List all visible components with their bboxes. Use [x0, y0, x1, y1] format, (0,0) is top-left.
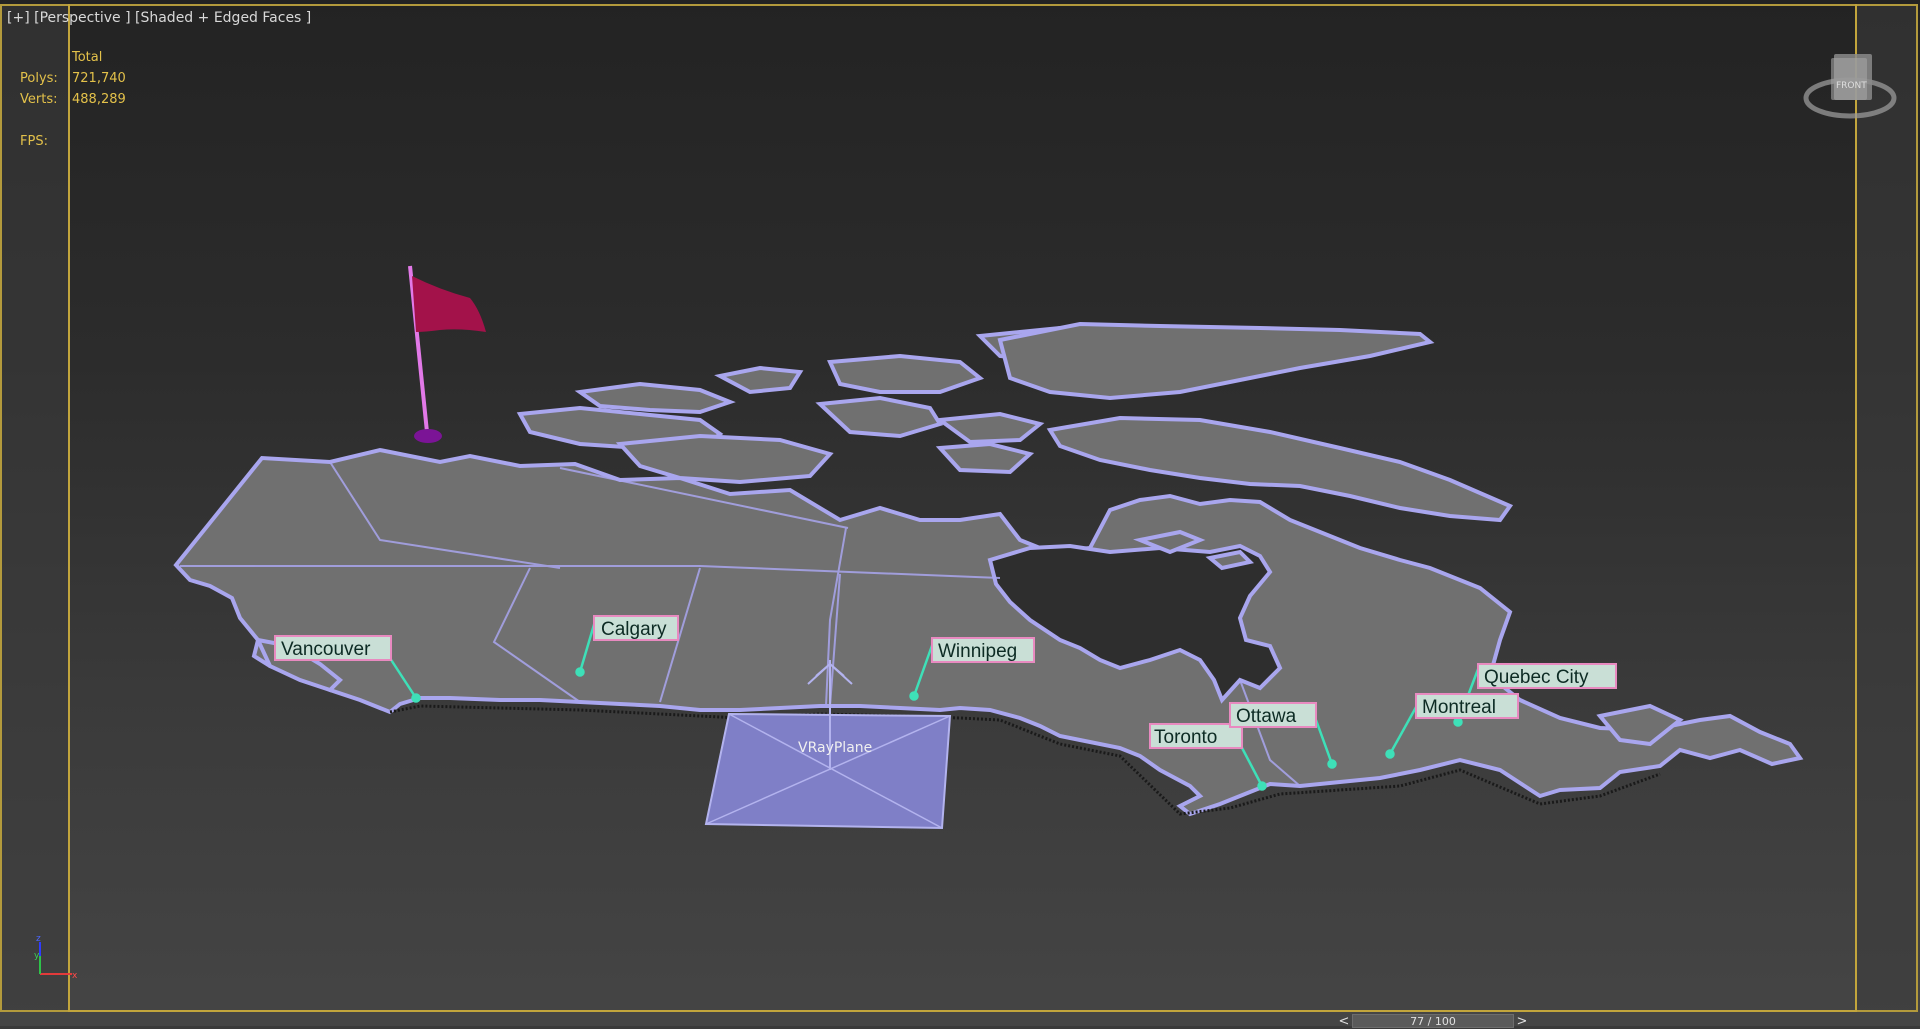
city-name: Quebec City: [1484, 667, 1589, 688]
arctic-island-baffin: [1046, 415, 1514, 523]
city-label-ottawa[interactable]: Ottawa: [1229, 702, 1317, 728]
city-name: Calgary: [601, 619, 667, 640]
polys-value: 721,740: [72, 71, 126, 86]
verts-label: Verts:: [20, 92, 58, 107]
arctic-island-6: [815, 395, 944, 439]
city-label-winnipeg[interactable]: Winnipeg: [931, 637, 1035, 663]
stats-header: Total: [72, 50, 103, 65]
polys-label: Polys:: [20, 71, 58, 86]
viewcube-widget[interactable]: FRONT: [1800, 52, 1900, 132]
time-prev-button[interactable]: <: [1336, 1014, 1352, 1029]
time-next-button[interactable]: >: [1514, 1014, 1530, 1029]
city-label-calgary[interactable]: Calgary: [593, 615, 679, 641]
city-label-toronto[interactable]: Toronto: [1149, 723, 1243, 749]
axis-y-label: y: [34, 951, 40, 961]
vray-plane-label: VRayPlane: [798, 740, 872, 756]
viewport-label-menu[interactable]: [+] [Perspective ] [Shaded + Edged Faces…: [7, 10, 311, 26]
flag-banner: [412, 276, 486, 332]
city-name: Montreal: [1422, 697, 1496, 718]
arctic-island-7: [934, 411, 1045, 445]
arctic-island-victoria: [615, 433, 834, 485]
flag-base: [414, 429, 442, 443]
verts-value: 488,289: [72, 92, 126, 107]
city-name: Ottawa: [1236, 706, 1297, 727]
city-name: Winnipeg: [938, 641, 1017, 662]
arctic-island-2: [714, 365, 804, 395]
time-slider-bar: [0, 1012, 1920, 1026]
fps-label: FPS:: [20, 134, 48, 149]
viewcube-face-label: FRONT: [1836, 81, 1867, 91]
city-label-vancouver[interactable]: Vancouver: [274, 635, 392, 661]
canada-mainland[interactable]: [173, 447, 1804, 817]
city-name: Vancouver: [281, 639, 371, 660]
axis-z-label: z: [36, 934, 41, 944]
arctic-island-1: [574, 381, 736, 415]
city-label-quebec-city[interactable]: Quebec City: [1477, 663, 1617, 689]
city-label-montreal[interactable]: Montreal: [1415, 693, 1519, 719]
scene-canvas[interactable]: VRayPlane Vancouver Calgary Winnipeg Tor…: [0, 0, 1920, 1026]
city-name: Toronto: [1154, 727, 1217, 748]
arctic-island-ellesmere: [997, 321, 1435, 401]
arctic-island-8: [935, 441, 1035, 475]
arctic-island-3: [827, 353, 985, 394]
axis-tripod: z y x: [34, 934, 78, 981]
perspective-viewport[interactable]: VRayPlane Vancouver Calgary Winnipeg Tor…: [0, 0, 1920, 1026]
axis-x-label: x: [72, 971, 78, 981]
